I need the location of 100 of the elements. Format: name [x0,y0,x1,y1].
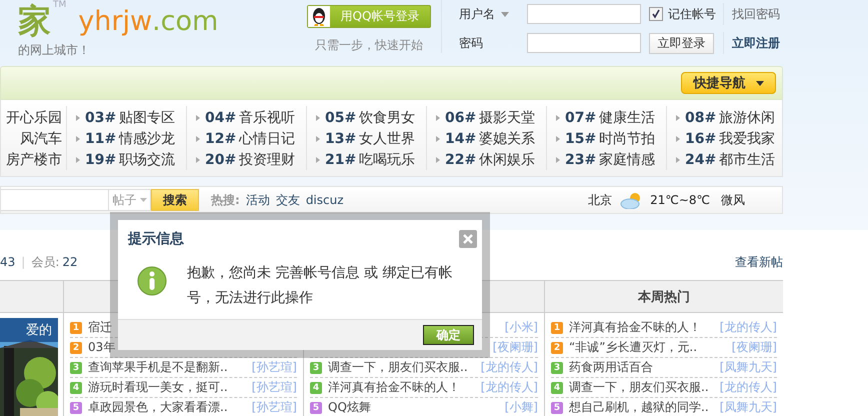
caret-icon [140,198,146,202]
forum-code[interactable]: 16# [685,130,716,146]
triangle-icon [676,136,680,142]
register-link[interactable]: 立即注册 [732,34,780,52]
rank-badge: 2 [70,342,82,354]
search-field[interactable] [1,189,109,211]
triangle-icon [436,136,440,142]
login-button[interactable]: 立即登录 [649,32,714,54]
forum-code[interactable]: 22# [445,152,476,168]
caret-icon [756,80,764,86]
forum-link[interactable]: 家庭情感 [599,150,656,168]
tagline: 的网上城市！ [18,42,91,59]
forum-code[interactable]: 11# [85,130,116,146]
forum-link[interactable]: 贴图专区 [119,108,176,126]
forum-code[interactable]: 19# [85,152,116,168]
forum-code[interactable]: 20# [205,152,236,168]
forum-link[interactable]: 房产楼市 [6,150,62,168]
thread-link[interactable]: 03年 [88,339,116,356]
triangle-icon [556,136,560,142]
thread-link[interactable]: 查询苹果手机是不是翻新.. [88,359,228,376]
forum-link[interactable]: 女人世界 [359,130,416,148]
checkbox[interactable] [649,7,663,21]
domain-name: yhrjw [78,8,152,36]
dialog-message: 抱歉，您尚未 完善帐号信息 或 绑定已有帐号，无法进行此操作 [187,264,454,308]
forum-code[interactable]: 05# [325,110,356,126]
logo-text: 家 [18,0,51,41]
rank-badge: 1 [70,322,82,334]
forum-link[interactable]: 时尚节拍 [599,130,656,148]
forum-code[interactable]: 03# [85,110,116,126]
forum-link[interactable]: 开心乐园 [6,108,62,126]
forum-code[interactable]: 15# [565,130,596,146]
triangle-icon [676,114,680,120]
password-field[interactable] [527,33,641,53]
triangle-icon [436,156,440,162]
forum-link[interactable]: 情感沙龙 [119,130,176,148]
forum-link[interactable]: 吃喝玩乐 [359,150,416,168]
thread-link[interactable]: 调查一下，朋友们买衣服.. [328,359,468,376]
dialog-title: 提示信息 [128,230,184,248]
forum-link[interactable]: 都市生活 [719,150,776,168]
forum-link[interactable]: 饮食男女 [359,108,416,126]
forum-link[interactable]: 风汽车 [20,130,62,148]
hot-search-link[interactable]: discuz [306,193,344,207]
forgot-password-link[interactable]: 找回密码 [732,6,780,22]
hot-search-link[interactable]: 活动 [246,192,270,208]
forum-code[interactable]: 14# [445,130,476,146]
city-text: 北京 [588,192,612,208]
triangle-icon [556,156,560,162]
password-label: 密码 [459,34,484,52]
wind-text: 微风 [721,192,745,208]
thread-link[interactable]: 想自己刷机，越狱的同学.. [569,399,709,416]
forum-code[interactable]: 23# [565,152,596,168]
forum-code[interactable]: 06# [445,110,476,126]
forum-code[interactable]: 13# [325,130,356,146]
forum-link[interactable]: 音乐视听 [239,108,296,126]
search-button[interactable]: 搜索 [151,189,199,211]
triangle-icon [196,114,200,120]
rank-badge: 1 [551,322,563,334]
thread-link[interactable]: 洋河真有拾金不昧的人！ [328,379,460,396]
rank-badge: 3 [310,362,322,374]
forum-link[interactable]: 心情日记 [239,130,296,148]
thread-link[interactable]: 卓政园景色，大家看看漂.. [88,399,228,416]
forum-link[interactable]: 投资理财 [239,150,296,168]
remember-label: 记住帐号 [668,6,716,22]
quick-nav-button[interactable]: 快捷导航 [681,72,776,94]
thread-link[interactable]: 游玩时看现一美女，挺可.. [88,379,228,396]
thread-link[interactable]: 药食两用话百合 [569,359,653,376]
hot-search-link[interactable]: 交友 [276,192,300,208]
rank-badge: 5 [70,402,82,414]
forum-code[interactable]: 08# [685,110,716,126]
trademark: TM [53,0,66,10]
forum-link[interactable]: 摄影天堂 [479,108,536,126]
forum-code[interactable]: 07# [565,110,596,126]
forum-code[interactable]: 12# [205,130,236,146]
triangle-icon [316,156,320,162]
forum-code[interactable]: 04# [205,110,236,126]
close-icon [463,234,473,244]
forum-link[interactable]: 我爱我家 [719,130,776,148]
forum-link[interactable]: 健康生活 [599,108,656,126]
rank-badge: 2 [551,342,563,354]
thread-link[interactable]: “非诚”乡长遭灭灯，元.. [569,339,698,356]
forum-link[interactable]: 旅游休闲 [719,108,776,126]
penguin-icon [308,6,330,27]
caret-icon[interactable] [501,12,509,16]
thread-link[interactable]: 宿迁 [88,319,112,336]
thread-link[interactable]: QQ炫舞 [328,399,371,416]
thread-link[interactable]: 洋河真有拾金不昧的人！ [569,319,701,336]
rank-badge: 3 [551,362,563,374]
stat-value: 43 [0,255,16,269]
new-posts-link[interactable]: 查看新帖 [735,254,783,270]
forum-link[interactable]: 婆媳关系 [479,130,536,148]
triangle-icon [196,136,200,142]
forum-link[interactable]: 休闲娱乐 [479,150,536,168]
username-field[interactable] [527,4,641,24]
close-button[interactable] [459,230,477,248]
forum-code[interactable]: 21# [325,152,356,168]
forum-code[interactable]: 24# [685,152,716,168]
thread-link[interactable]: 调查一下，朋友们买衣服.. [569,379,709,396]
rank-badge: 4 [70,382,82,394]
forum-link[interactable]: 职场交流 [119,150,176,168]
info-icon [137,265,167,297]
